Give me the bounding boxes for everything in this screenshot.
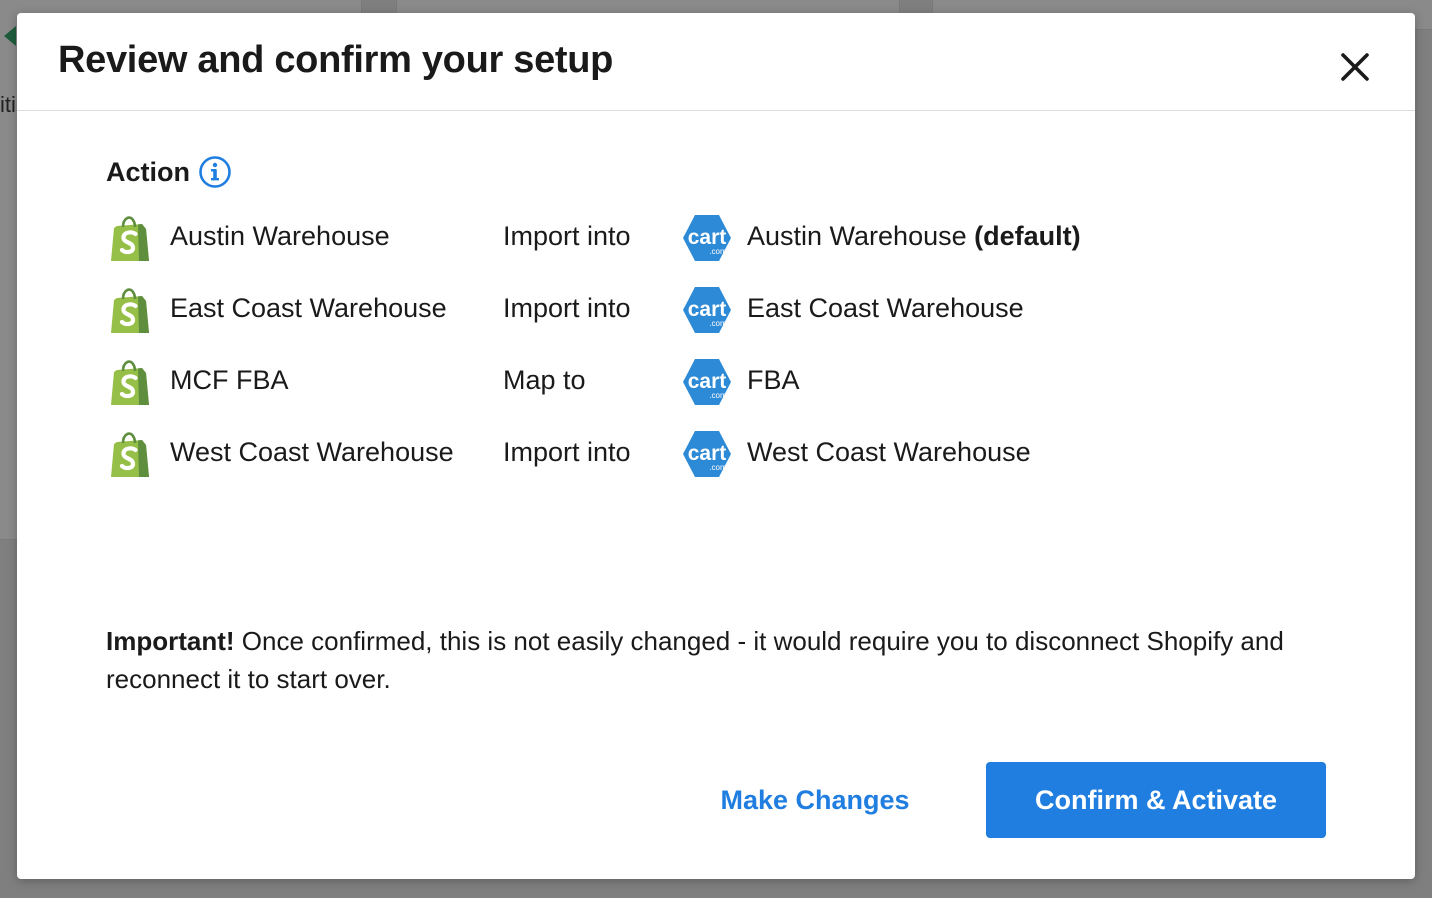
source-location: West Coast Warehouse [170, 437, 454, 467]
action-section-title: Action [106, 156, 190, 187]
action-mapping-list: Austin Warehouse Import into Austin Ware… [106, 209, 1206, 497]
shopify-icon [108, 213, 152, 263]
mapping-action: Import into [503, 221, 631, 251]
notice-emphasis: Important! [106, 626, 235, 656]
modal-title: Review and confirm your setup [58, 39, 614, 81]
shopify-icon [108, 285, 152, 335]
cart-com-icon [681, 429, 733, 479]
mapping-action: Map to [503, 365, 586, 395]
source-location: East Coast Warehouse [170, 293, 447, 323]
close-icon [1341, 53, 1369, 81]
shopify-icon [108, 429, 152, 479]
mapping-row: East Coast Warehouse Import into East Co… [106, 281, 1206, 353]
mapping-row: West Coast Warehouse Import into West Co… [106, 425, 1206, 497]
mapping-action: Import into [503, 293, 631, 323]
destination-location: East Coast Warehouse [747, 293, 1024, 323]
mapping-row: Austin Warehouse Import into Austin Ware… [106, 209, 1206, 281]
shopify-icon [108, 357, 152, 407]
notice-text: Once confirmed, this is not easily chang… [106, 626, 1284, 694]
important-notice: Important! Once confirmed, this is not e… [106, 622, 1326, 698]
make-changes-button[interactable]: Make Changes [700, 762, 930, 838]
cart-com-icon [681, 285, 733, 335]
cart-com-icon [681, 213, 733, 263]
action-section-header: Action [106, 155, 232, 189]
source-location: MCF FBA [170, 365, 289, 395]
mapping-row: MCF FBA Map to FBA [106, 353, 1206, 425]
destination-location-name: Austin Warehouse [747, 221, 967, 251]
destination-location: West Coast Warehouse [747, 437, 1031, 467]
source-location: Austin Warehouse [170, 221, 390, 251]
close-button[interactable] [1335, 47, 1375, 87]
background-chevron-icon [4, 26, 16, 46]
confirm-activate-button[interactable]: Confirm & Activate [986, 762, 1326, 838]
background-partial-text: iti [0, 92, 16, 117]
cart-com-icon [681, 357, 733, 407]
destination-location: Austin Warehouse (default) [747, 221, 1081, 252]
destination-location: FBA [747, 365, 800, 395]
modal-header: Review and confirm your setup [17, 13, 1415, 111]
default-tag: (default) [974, 221, 1081, 251]
mapping-action: Import into [503, 437, 631, 467]
info-icon[interactable] [198, 155, 232, 189]
review-setup-modal: Review and confirm your setup Action Aus… [17, 13, 1415, 879]
